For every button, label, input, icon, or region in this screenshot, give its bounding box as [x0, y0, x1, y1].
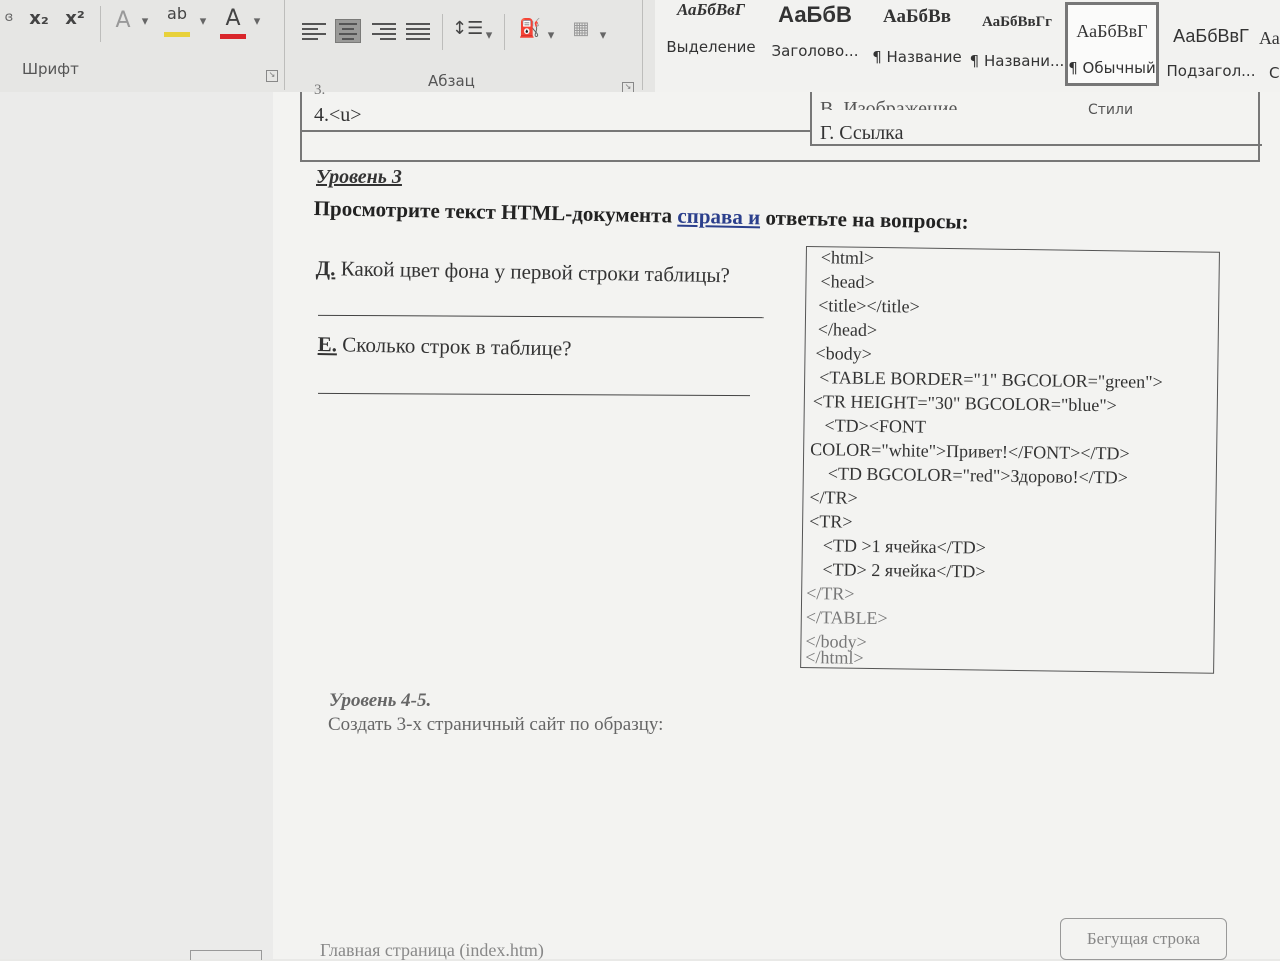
- code-line: COLOR="white">Привет!</FONT></TD>: [810, 439, 1130, 464]
- table-cell-left: 4.<u>: [314, 104, 362, 126]
- code-line: <TD><FONT: [824, 415, 927, 437]
- style-title[interactable]: АаБбВв ¶ Название: [869, 0, 965, 88]
- style-name: Выделение: [666, 38, 756, 56]
- superscript-button[interactable]: x²: [60, 8, 90, 29]
- chevron-down-icon[interactable]: ▾: [484, 28, 494, 43]
- question-letter: Д.: [315, 256, 336, 281]
- code-line: <head>: [820, 271, 875, 292]
- style-sample: АаБбВвГ: [676, 0, 746, 19]
- borders-icon[interactable]: ▦: [568, 18, 594, 39]
- instruction-after: ответьте на вопросы:: [759, 205, 969, 234]
- code-line: </TR>: [806, 583, 855, 604]
- style-sample: АаБбВвГ: [1173, 26, 1249, 46]
- style-subtitle[interactable]: АаБбВвГ Подзагол...: [1163, 0, 1259, 88]
- table-divider: [810, 92, 812, 144]
- question-text: Сколько строк в таблице?: [336, 332, 572, 361]
- ribbon: ɞ x₂ x² A ▾ ab ▾ A ▾ Шрифт ↘ ↕☰ ▾ ⛽ ▾ ▦ …: [0, 0, 1280, 120]
- style-name: Заголово...: [771, 42, 859, 60]
- highlight-color-bar: [164, 32, 190, 37]
- style-name: С: [1269, 64, 1280, 82]
- style-emphasis[interactable]: АаБбВвГ Выделение: [661, 0, 761, 88]
- style-sample: АаБбВв: [883, 6, 951, 27]
- align-left-icon[interactable]: [302, 20, 326, 42]
- align-right-icon[interactable]: [372, 20, 396, 42]
- style-name: ¶ Названи...: [969, 52, 1065, 70]
- shading-icon[interactable]: ⛽: [516, 18, 544, 39]
- style-sample: Аа: [1259, 28, 1280, 48]
- divider: [284, 0, 285, 90]
- code-line: <TR>: [809, 511, 853, 532]
- style-sample: АаБбВ: [778, 2, 852, 27]
- code-line: <body>: [815, 343, 872, 364]
- code-line: <TD >1 ячейка</TD>: [822, 535, 986, 558]
- font-dialog-launcher-icon[interactable]: ↘: [266, 70, 278, 82]
- code-line: <TABLE BORDER="1" BGCOLOR="green">: [819, 367, 1163, 392]
- font-color-button[interactable]: A: [220, 6, 246, 31]
- style-more[interactable]: Аа С: [1259, 0, 1280, 88]
- code-line: <title></title>: [818, 295, 920, 317]
- html-code-box: <html> <head> <title></title> </head> <b…: [800, 246, 1220, 674]
- code-line: <TR HEIGHT="30" BGCOLOR="blue">: [812, 391, 1117, 416]
- code-line: <TD> 2 ячейка</TD>: [822, 559, 986, 582]
- align-center-icon[interactable]: [335, 19, 361, 43]
- code-line: </head>: [817, 319, 878, 341]
- style-name: Подзагол...: [1166, 62, 1256, 80]
- answers-table: 3. 4.<u> В. Изображение Г. Ссылка: [300, 82, 1262, 162]
- font-group-label: Шрифт: [22, 60, 79, 78]
- code-line: <TD BGCOLOR="red">Здорово!</TD>: [827, 463, 1128, 488]
- justify-icon[interactable]: [406, 20, 430, 42]
- chevron-down-icon[interactable]: ▾: [198, 14, 208, 29]
- marquee-box: Бегущая строка: [1060, 918, 1227, 960]
- chevron-down-icon[interactable]: ▾: [598, 28, 608, 43]
- styles-gallery: АаБбВвГ Выделение АаБбВ Заголово... АаБб…: [655, 0, 1280, 120]
- paragraph-group-label: Абзац: [428, 72, 475, 90]
- text-effects-button[interactable]: A: [110, 8, 136, 33]
- divider: [504, 14, 505, 50]
- code-line: <html>: [820, 247, 875, 268]
- cut-icon[interactable]: ɞ: [0, 10, 18, 25]
- table-divider: [302, 130, 812, 132]
- table-cell-right: Г. Ссылка: [820, 122, 904, 144]
- create-site-text: Создать 3-х страничный сайт по образцу:: [328, 714, 664, 735]
- instruction-link[interactable]: справа и: [677, 204, 760, 230]
- table-cell-cut-row: 3.: [314, 82, 326, 98]
- code-line: </html>: [805, 647, 864, 668]
- left-margin-area: [0, 92, 273, 959]
- level3-heading: Уровень 3: [316, 166, 402, 188]
- subscript-button[interactable]: x₂: [24, 8, 54, 29]
- code-line: </TABLE>: [805, 607, 888, 629]
- font-color-bar: [220, 34, 246, 39]
- style-sample: АаБбВвГ: [1076, 21, 1148, 41]
- style-name: ¶ Обычный: [1068, 59, 1156, 77]
- divider: [642, 0, 643, 90]
- style-name: ¶ Название: [872, 48, 962, 66]
- chevron-down-icon[interactable]: ▾: [546, 28, 556, 43]
- question-letter: Е.: [317, 332, 338, 357]
- table-cell-right-partial: В. Изображение: [820, 98, 958, 110]
- main-page-label: Главная страница (index.htm): [320, 940, 544, 960]
- chevron-down-icon[interactable]: ▾: [252, 14, 262, 29]
- style-sample: АаБбВвГг: [981, 14, 1052, 30]
- chevron-down-icon[interactable]: ▾: [140, 14, 150, 29]
- line-spacing-icon[interactable]: ↕☰: [452, 18, 483, 39]
- divider: [442, 14, 443, 50]
- level45-heading: Уровень 4-5.: [329, 690, 432, 711]
- style-normal[interactable]: АаБбВвГ ¶ Обычный: [1065, 2, 1159, 86]
- highlight-button[interactable]: ab: [162, 4, 192, 23]
- question-e: Е. Сколько строк в таблице?: [318, 332, 572, 361]
- code-line: </TR>: [809, 487, 858, 508]
- divider: [100, 6, 101, 42]
- style-heading[interactable]: АаБбВ Заголово...: [767, 0, 863, 88]
- style-title-2[interactable]: АаБбВвГг ¶ Названи...: [969, 0, 1065, 88]
